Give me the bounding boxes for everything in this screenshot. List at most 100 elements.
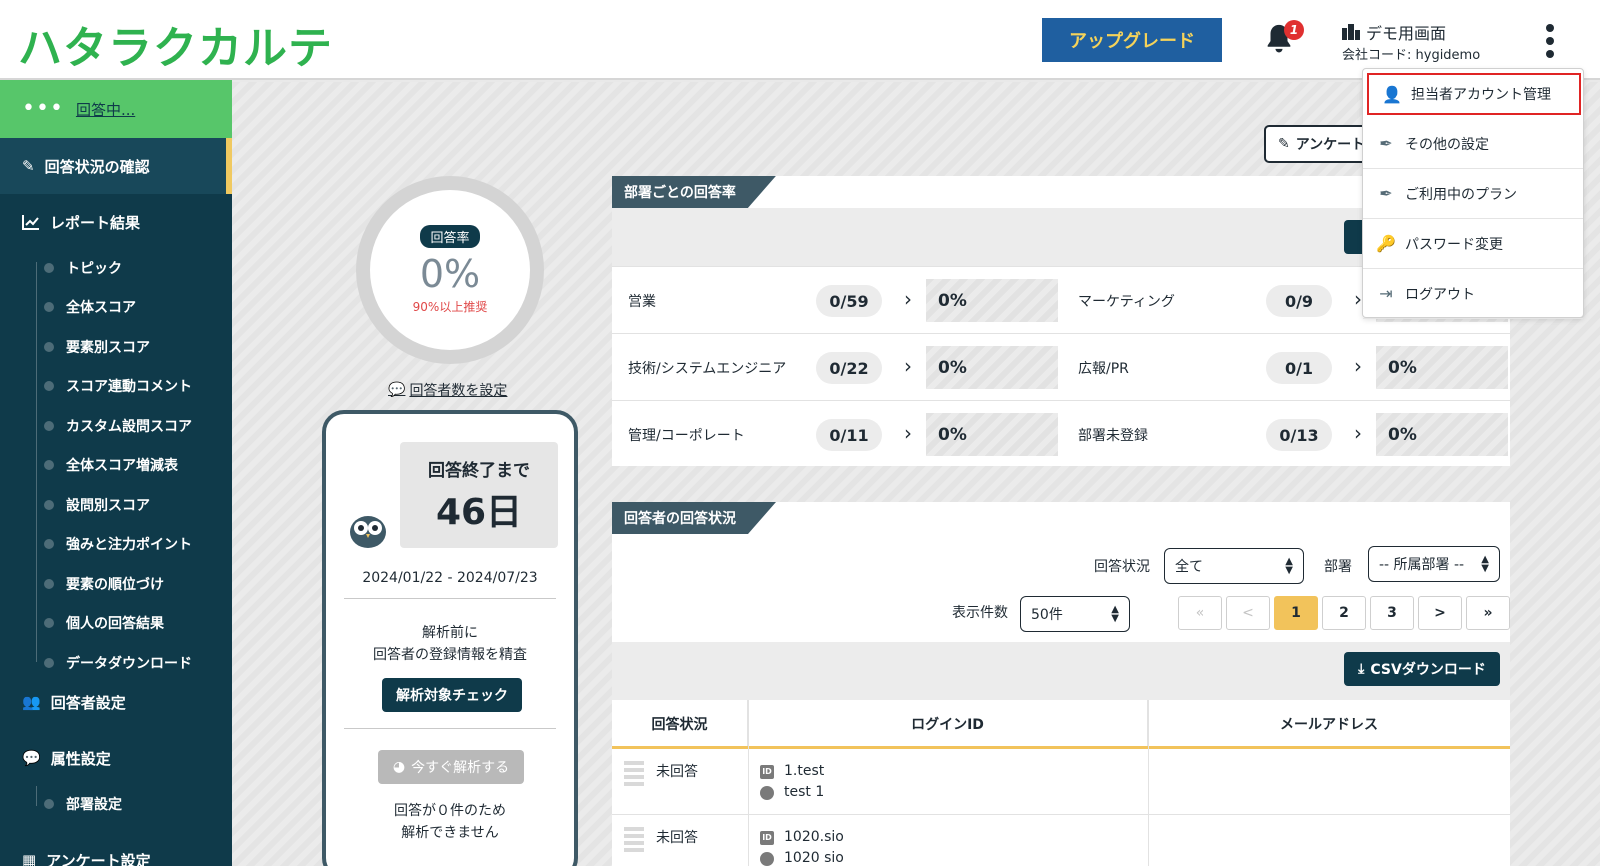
sidebar-item-check-status[interactable]: ✎ 回答状況の確認 xyxy=(0,138,232,194)
dept-select[interactable]: -- 所属部署 -- ▲ ▼ xyxy=(1368,546,1500,582)
sort-arrows-icon: ▲ ▼ xyxy=(1111,604,1119,624)
user-icon: 👤 xyxy=(1382,84,1402,104)
sidebar-subitem[interactable]: 個人の回答結果 xyxy=(0,604,232,644)
dropdown-item-label: その他の設定 xyxy=(1405,136,1489,153)
dept-name: 部署未登録 xyxy=(1078,427,1148,444)
page-button[interactable]: 2 xyxy=(1322,596,1366,630)
page-button[interactable]: 3 xyxy=(1370,596,1414,630)
company-code: 会社コード: hygidemo xyxy=(1342,48,1481,63)
pen-icon: ✒ xyxy=(1379,184,1393,203)
chevron-right-icon[interactable]: › xyxy=(1354,421,1362,445)
dept-name: マーケティング xyxy=(1078,293,1175,310)
sidebar-item-report[interactable]: レポート結果 xyxy=(0,194,232,250)
notification-badge: 1 xyxy=(1284,20,1304,40)
report-sub-list: トピック 全体スコア 要素別スコア スコア連動コメント カスタム設問スコア 全体スコア増減… xyxy=(0,248,232,683)
chart-line-icon xyxy=(22,215,39,230)
sidebar-item-survey-settings[interactable]: ▦ アンケート設定 xyxy=(0,832,232,866)
account-dropdown-menu: 👤 担当者アカウント管理 ✒ その他の設定 ✒ ご利用中のプラン 🔑 パスワード変更 ⇥ ログアウ… xyxy=(1362,68,1584,319)
analyze-now-label: 今すぐ解析する xyxy=(411,760,510,776)
days-remaining: 46日 xyxy=(435,491,523,533)
sidebar-subitem[interactable]: カスタム設問スコア xyxy=(0,406,232,446)
row-status: 未回答 xyxy=(624,761,698,786)
sidebar-subitem[interactable]: 全体スコア増減表 xyxy=(0,446,232,486)
sidebar-subitem[interactable]: 全体スコア xyxy=(0,288,232,328)
dropdown-item[interactable]: 👤 担当者アカウント管理 xyxy=(1367,73,1581,115)
more-menu-icon[interactable] xyxy=(1542,24,1558,58)
table-row[interactable]: 未回答 ID 1.test test 1 xyxy=(612,749,1510,815)
response-rate-circle: 回答率 0% 90%以上推奨 xyxy=(356,176,544,364)
analyze-now-button[interactable]: ◕ 今すぐ解析する xyxy=(378,750,524,784)
dept-name: 広報/PR xyxy=(1078,360,1129,377)
page-button[interactable]: « xyxy=(1178,596,1222,630)
sidebar-item-attribute-settings[interactable]: 💬 属性設定 xyxy=(0,730,232,786)
divider xyxy=(344,728,556,729)
chevron-right-icon[interactable]: › xyxy=(904,287,912,311)
dept-rate-bar: 0% xyxy=(1376,346,1508,389)
drag-handle-icon[interactable] xyxy=(624,827,644,852)
panel-title: 回答者の回答状況 xyxy=(612,502,776,534)
cannot-line: 解析できません xyxy=(401,825,499,841)
sidebar-subitem[interactable]: 要素別スコア xyxy=(0,327,232,367)
dept-filter-label: 部署 xyxy=(1324,559,1352,575)
chevron-right-icon[interactable]: › xyxy=(904,354,912,378)
dept-rate-bar: 0% xyxy=(926,346,1058,389)
upgrade-button[interactable]: アップグレード xyxy=(1042,18,1222,62)
column-header-login-id[interactable]: ログインID xyxy=(748,700,1148,748)
chevron-right-icon[interactable]: › xyxy=(1354,287,1362,311)
chevron-right-icon[interactable]: › xyxy=(1354,354,1362,378)
page-button[interactable]: » xyxy=(1466,596,1510,630)
table-row[interactable]: 未回答 ID 1020.sio 1020 sio xyxy=(612,815,1510,866)
dept-count: 0/11 xyxy=(816,419,882,451)
drag-handle-icon[interactable] xyxy=(624,761,644,786)
dept-rate-bar: 0% xyxy=(926,413,1058,456)
dropdown-item[interactable]: 🔑 パスワード変更 xyxy=(1363,219,1583,269)
sidebar-subitem[interactable]: 強みと注力ポイント xyxy=(0,525,232,565)
analysis-check-button[interactable]: 解析対象チェック xyxy=(382,678,522,712)
id-icon: ID xyxy=(760,764,774,779)
dropdown-item-label: 担当者アカウント管理 xyxy=(1411,87,1551,103)
sidebar-item-label: アンケート設定 xyxy=(46,851,151,866)
status-select[interactable]: 全て ▲ ▼ xyxy=(1164,548,1304,584)
respondent-name: test 1 xyxy=(784,784,825,800)
pre-analysis-line: 解析前に xyxy=(422,625,478,641)
dropdown-item[interactable]: ⇥ ログアウト xyxy=(1363,269,1583,319)
sidebar-subitem[interactable]: 要素の順位づけ xyxy=(0,564,232,604)
set-respondents-label: 回答者数を設定 xyxy=(409,383,508,399)
pencil-icon: ✎ xyxy=(22,157,35,175)
dept-name: 営業 xyxy=(628,293,656,310)
sidebar-subitem[interactable]: 部署設定 xyxy=(0,784,232,824)
dept-row: 管理/コーポレート 0/11 › 0% 部署未登録 0/13 › 0% xyxy=(612,400,1510,467)
download-icon: ⤓ xyxy=(1358,661,1365,677)
sidebar-answering[interactable]: ••• 回答中... xyxy=(0,80,232,138)
dept-select-value: -- 所属部署 -- xyxy=(1379,557,1465,573)
chevron-right-icon[interactable]: › xyxy=(904,421,912,445)
respondent-name: 1020 sio xyxy=(784,850,844,866)
dept-rate-bar: 0% xyxy=(926,279,1058,322)
sort-arrows-icon: ▲ ▼ xyxy=(1481,554,1489,574)
sidebar-subitem[interactable]: 設問別スコア xyxy=(0,485,232,525)
count-select[interactable]: 50件 ▲ ▼ xyxy=(1020,596,1130,632)
set-respondents-link[interactable]: 💬 回答者数を設定 xyxy=(388,380,507,400)
rate-pill: 回答率 xyxy=(420,225,480,248)
dots-icon: ••• xyxy=(22,96,64,121)
page-button[interactable]: > xyxy=(1418,596,1462,630)
key-icon: 🔑 xyxy=(1376,234,1396,253)
sidebar-subitem[interactable]: スコア連動コメント xyxy=(0,367,232,407)
divider xyxy=(344,598,556,599)
page-button[interactable]: < xyxy=(1226,596,1270,630)
sidebar: ••• 回答中... ✎ 回答状況の確認 レポート結果 トピック 全体スコア 要素別… xyxy=(0,80,232,866)
sidebar-subitem[interactable]: トピック xyxy=(0,248,232,288)
dept-count: 0/13 xyxy=(1266,419,1332,451)
dropdown-item[interactable]: ✒ ご利用中のプラン xyxy=(1363,169,1583,219)
sidebar-item-respondent-settings[interactable]: 👥 回答者設定 xyxy=(0,674,232,730)
dropdown-item-label: ご利用中のプラン xyxy=(1405,186,1517,203)
login-id: 1020.sio xyxy=(784,829,844,845)
page-button[interactable]: 1 xyxy=(1274,596,1318,630)
logo[interactable]: ハタラクカルテ xyxy=(18,12,333,76)
pen-icon: ✒ xyxy=(1379,134,1393,153)
csv-download-button[interactable]: ⤓ CSVダウンロード xyxy=(1344,652,1500,686)
rate-value: 0% xyxy=(419,252,481,296)
dropdown-item[interactable]: ✒ その他の設定 xyxy=(1363,119,1583,169)
column-header-status[interactable]: 回答状況 xyxy=(612,700,748,748)
column-header-email[interactable]: メールアドレス xyxy=(1148,700,1510,748)
